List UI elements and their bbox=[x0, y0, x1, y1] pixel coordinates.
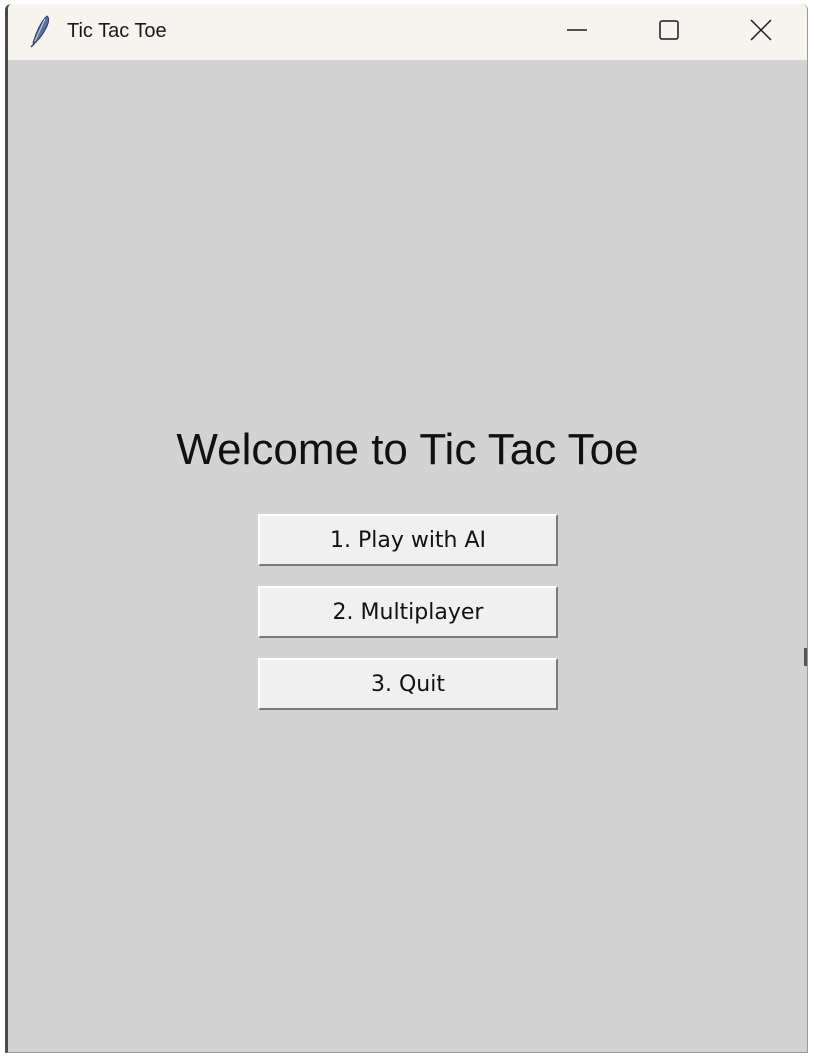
maximize-icon bbox=[658, 19, 680, 46]
minimize-button[interactable] bbox=[532, 4, 622, 60]
welcome-heading: Welcome to Tic Tac Toe bbox=[176, 425, 639, 474]
close-button[interactable] bbox=[716, 4, 806, 60]
feather-icon bbox=[28, 14, 52, 48]
multiplayer-button[interactable]: 2. Multiplayer bbox=[258, 586, 558, 638]
main-content: Welcome to Tic Tac Toe 1. Play with AI 2… bbox=[8, 60, 807, 1052]
minimize-icon bbox=[566, 19, 588, 46]
window-title: Tic Tac Toe bbox=[67, 20, 167, 42]
play-with-ai-button[interactable]: 1. Play with AI bbox=[258, 514, 558, 566]
quit-button[interactable]: 3. Quit bbox=[258, 658, 558, 710]
maximize-button[interactable] bbox=[624, 4, 714, 60]
window-resize-handle[interactable] bbox=[804, 648, 807, 666]
close-icon bbox=[750, 18, 772, 46]
app-window: Tic Tac Toe Welcome to Tic Tac Toe 1. Pl… bbox=[5, 4, 808, 1053]
title-bar[interactable]: Tic Tac Toe bbox=[8, 4, 807, 60]
